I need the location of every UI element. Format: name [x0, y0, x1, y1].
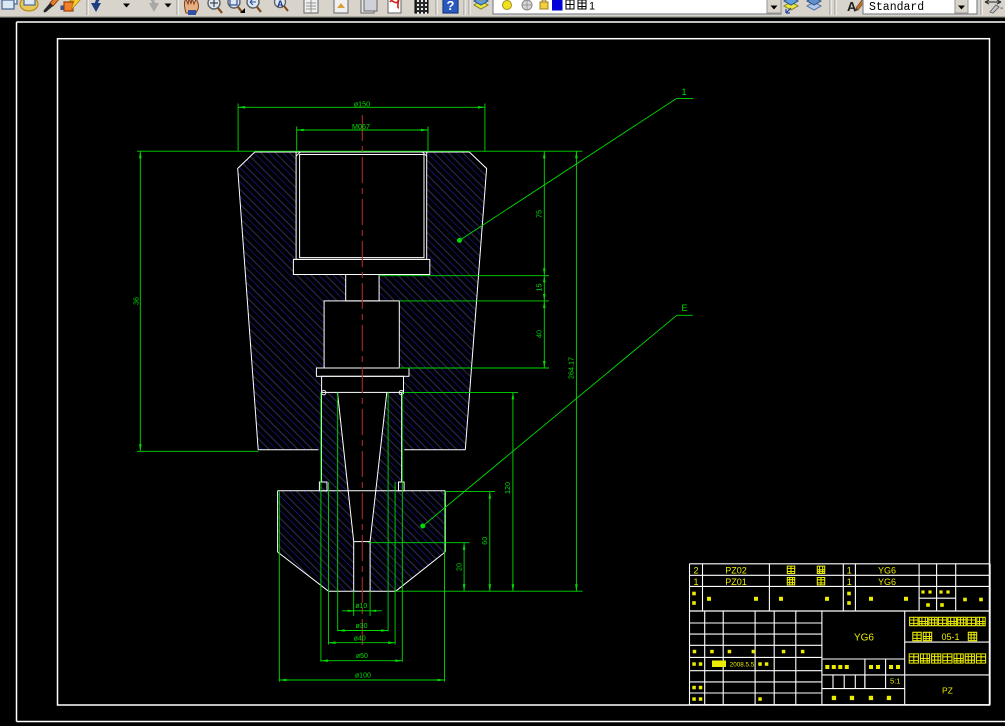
svg-text:YG6: YG6: [878, 577, 896, 587]
svg-text:ø100: ø100: [355, 673, 371, 680]
svg-text:36: 36: [132, 297, 141, 305]
svg-text:A: A: [277, 0, 284, 9]
svg-text:YG6: YG6: [854, 633, 874, 644]
svg-text:40: 40: [535, 330, 544, 338]
svg-text:120: 120: [503, 482, 512, 494]
svg-text:PZ02: PZ02: [725, 566, 747, 576]
svg-text:75: 75: [535, 210, 544, 218]
svg-text:PZ01: PZ01: [725, 577, 747, 587]
svg-text:1: 1: [681, 87, 686, 97]
svg-text:2: 2: [693, 566, 698, 576]
svg-text:M067: M067: [352, 122, 370, 131]
svg-text:264.17: 264.17: [567, 357, 576, 379]
svg-text:20: 20: [454, 563, 463, 571]
svg-text:5:1: 5:1: [890, 677, 900, 686]
svg-text:2008.5.5: 2008.5.5: [730, 662, 755, 669]
svg-text:ø50: ø50: [356, 653, 368, 660]
svg-text:1: 1: [847, 566, 852, 576]
svg-text:Standard: Standard: [869, 1, 924, 14]
svg-text:ø40: ø40: [354, 635, 366, 642]
svg-text:60: 60: [480, 537, 489, 545]
svg-text:15: 15: [535, 284, 544, 292]
svg-text:ø10: ø10: [355, 603, 367, 610]
svg-text:1: 1: [693, 577, 698, 587]
svg-text:ø150: ø150: [354, 99, 370, 108]
svg-text:YG6: YG6: [878, 566, 896, 576]
svg-text:ø30: ø30: [355, 623, 367, 630]
svg-text:05-1: 05-1: [941, 632, 959, 642]
svg-text:1: 1: [589, 1, 595, 13]
svg-text:?: ?: [447, 0, 455, 13]
svg-text:PZ: PZ: [942, 686, 953, 696]
svg-text:1: 1: [847, 577, 852, 587]
svg-text:A: A: [847, 0, 857, 14]
svg-text:E: E: [681, 303, 687, 313]
svg-text:-: -: [1000, 3, 1003, 14]
